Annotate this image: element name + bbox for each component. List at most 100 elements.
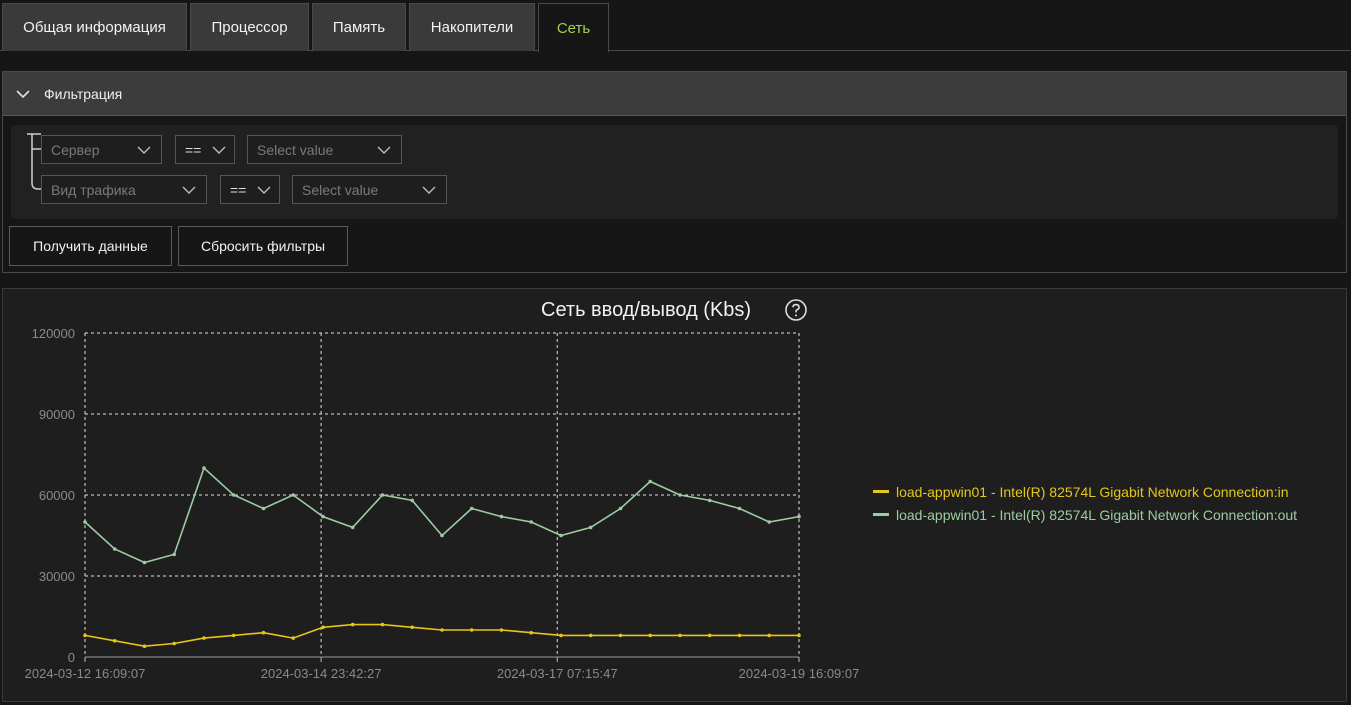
data-point — [261, 506, 266, 511]
data-point — [231, 493, 236, 497]
data-point — [380, 493, 385, 497]
y-tick-label: 0 — [68, 650, 75, 665]
data-point — [410, 498, 415, 503]
chart-legend: load-appwin01 - Intel(R) 82574L Gigabit … — [873, 480, 1297, 526]
legend-swatch — [873, 490, 889, 493]
data-point — [767, 520, 771, 524]
data-point — [678, 493, 682, 497]
data-point — [588, 525, 593, 530]
reset-filters-button[interactable]: Сбросить фильтры — [178, 226, 348, 266]
series-line-out — [84, 466, 800, 564]
series-line-in — [84, 623, 799, 648]
tab-processor[interactable]: Процессор — [190, 3, 309, 51]
data-point — [469, 628, 474, 632]
data-point — [440, 533, 444, 538]
x-tick-label: 2024-03-14 23:42:27 — [261, 666, 382, 681]
legend-item-in[interactable]: load-appwin01 - Intel(R) 82574L Gigabit … — [873, 480, 1297, 503]
x-tick-label: 2024-03-19 16:09:07 — [739, 666, 860, 681]
x-tick-label: 2024-03-17 07:15:47 — [497, 666, 618, 681]
tab-label: Память — [332, 19, 386, 36]
network-line-chart: 0 30000 60000 90000 120000 2024-03-12 16:09:0… — [25, 326, 860, 681]
tab-network[interactable]: Сеть — [538, 3, 609, 52]
chevron-down-icon — [422, 186, 436, 194]
data-point — [350, 622, 355, 627]
operator-select[interactable]: == — [220, 175, 280, 204]
button-label: Сбросить фильтры — [200, 238, 326, 254]
field-select-value: Вид трафика — [51, 181, 136, 198]
data-point — [112, 639, 117, 643]
value-placeholder: Select value — [302, 181, 379, 198]
chevron-down-icon — [377, 146, 391, 154]
data-point — [678, 633, 682, 638]
chevron-down-icon — [137, 146, 151, 154]
chevron-down-icon — [182, 186, 196, 194]
data-point — [291, 493, 296, 497]
get-data-button[interactable]: Получить данные — [9, 226, 172, 266]
y-tick-label: 60000 — [39, 488, 75, 503]
data-point — [469, 506, 474, 511]
data-point — [202, 636, 206, 640]
tab-label: Накопители — [430, 19, 514, 36]
data-point — [172, 552, 176, 557]
data-point — [737, 633, 742, 638]
tab-label: Общая информация — [23, 19, 166, 36]
data-point — [142, 644, 147, 648]
data-point — [321, 514, 325, 519]
data-point — [707, 633, 712, 638]
data-point — [529, 630, 533, 635]
tab-bar: Общая информация Процессор Память Накопи… — [0, 0, 1351, 52]
data-point — [350, 525, 355, 530]
field-select-traffic-type[interactable]: Вид трафика — [41, 175, 207, 204]
data-point — [559, 533, 563, 538]
data-point — [588, 633, 593, 638]
value-placeholder: Select value — [257, 141, 334, 158]
data-point — [410, 625, 415, 630]
operator-select[interactable]: == — [175, 135, 235, 164]
filter-conditions: Сервер == Select value Вид трафика == Se… — [11, 125, 1338, 219]
legend-label: load-appwin01 - Intel(R) 82574L Gigabit … — [896, 483, 1289, 500]
chevron-down-icon — [16, 89, 30, 98]
data-point — [797, 514, 801, 519]
data-point — [767, 633, 771, 638]
tab-storage[interactable]: Накопители — [409, 3, 535, 51]
data-point — [707, 498, 712, 503]
legend-swatch — [873, 513, 889, 516]
data-point — [83, 520, 87, 524]
filter-header[interactable]: Фильтрация — [3, 72, 1346, 116]
data-point — [202, 466, 206, 470]
tab-general-info[interactable]: Общая информация — [2, 3, 187, 51]
tab-label: Сеть — [556, 19, 591, 37]
data-point — [559, 633, 563, 638]
data-point — [618, 633, 623, 638]
legend-label: load-appwin01 - Intel(R) 82574L Gigabit … — [896, 506, 1298, 523]
tab-memory[interactable]: Память — [312, 3, 406, 51]
data-point — [172, 641, 176, 646]
data-point — [440, 628, 444, 632]
network-chart-panel: Сеть ввод/вывод (Kbs) 0 30000 60000 90000 12… — [2, 288, 1347, 702]
data-point — [648, 479, 652, 484]
data-point — [112, 547, 117, 551]
value-select[interactable]: Select value — [292, 175, 447, 204]
chevron-down-icon — [257, 186, 271, 194]
data-point — [648, 633, 652, 638]
data-point — [529, 520, 533, 524]
data-point — [380, 622, 385, 627]
data-point — [797, 633, 801, 638]
value-select[interactable]: Select value — [247, 135, 402, 164]
y-tick-label: 90000 — [39, 407, 75, 422]
field-select-server[interactable]: Сервер — [41, 135, 162, 164]
data-point — [231, 633, 236, 638]
chevron-down-icon — [212, 146, 226, 154]
operator-value: == — [185, 141, 202, 158]
data-point — [499, 628, 504, 632]
legend-item-out[interactable]: load-appwin01 - Intel(R) 82574L Gigabit … — [873, 503, 1297, 526]
data-point — [142, 560, 147, 565]
data-point — [737, 506, 742, 511]
y-tick-label: 30000 — [39, 569, 75, 584]
field-select-value: Сервер — [51, 141, 100, 158]
data-point — [291, 636, 296, 640]
button-label: Получить данные — [33, 238, 148, 254]
data-point — [83, 633, 87, 638]
data-point — [499, 514, 504, 519]
filter-title: Фильтрация — [44, 85, 123, 102]
